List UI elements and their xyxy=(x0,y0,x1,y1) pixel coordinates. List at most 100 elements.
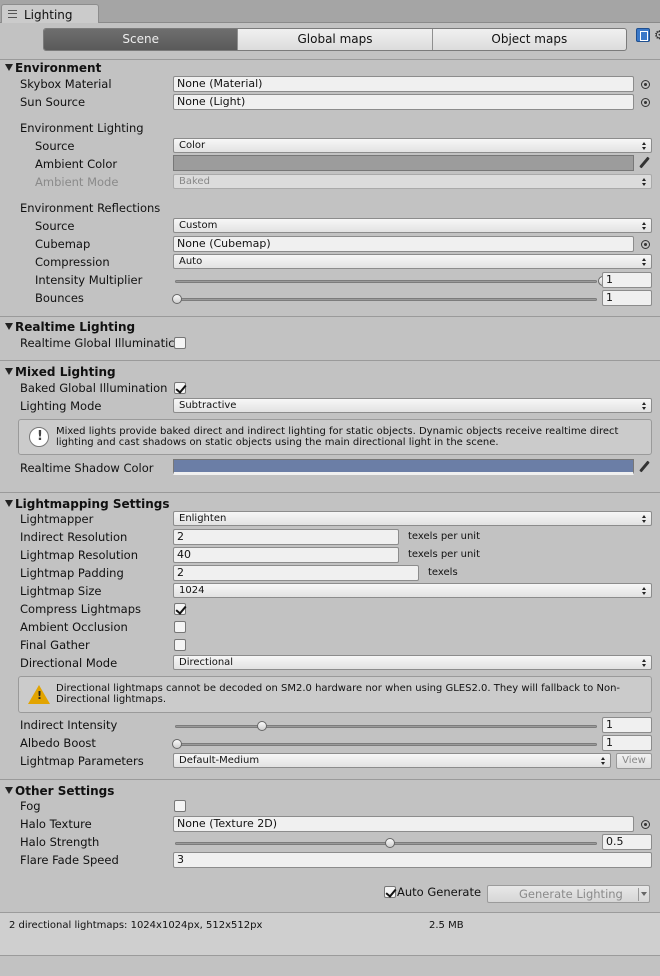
section-title: Other Settings xyxy=(15,784,115,798)
lighting-mode-label: Lighting Mode xyxy=(20,399,102,413)
ambient-occlusion-checkbox[interactable] xyxy=(174,621,186,633)
lightmap-parameters-value: Default-Medium xyxy=(179,755,260,766)
indirect-resolution-field[interactable]: 2 xyxy=(173,529,399,545)
dropdown-arrow-icon[interactable] xyxy=(641,892,647,896)
lighting-window-tab[interactable]: Lighting xyxy=(1,4,99,24)
flare-fade-speed-field[interactable]: 3 xyxy=(173,852,652,868)
skybox-material-field[interactable]: None (Material) xyxy=(173,76,634,92)
sun-source-label: Sun Source xyxy=(20,95,86,109)
bounces-slider-track[interactable] xyxy=(175,298,597,301)
intensity-slider-track[interactable] xyxy=(175,280,597,283)
dropdown-arrow-icon xyxy=(642,587,647,595)
info-message: Mixed lights provide baked direct and in… xyxy=(56,426,619,448)
bounces-label: Bounces xyxy=(35,291,84,305)
albedo-boost-slider-knob[interactable] xyxy=(172,739,182,749)
view-button[interactable]: View xyxy=(616,753,652,769)
lightmapper-value: Enlighten xyxy=(179,513,227,524)
albedo-boost-label: Albedo Boost xyxy=(20,736,96,750)
lightmap-parameters-dropdown[interactable]: Default-Medium xyxy=(173,753,611,768)
section-realtime-lighting[interactable]: Realtime Lighting xyxy=(0,318,660,336)
source-label: Source xyxy=(35,139,75,153)
directional-mode-value: Directional xyxy=(179,657,234,668)
info-icon xyxy=(29,427,49,447)
cubemap-field[interactable]: None (Cubemap) xyxy=(173,236,634,252)
tab-scene[interactable]: Scene xyxy=(44,29,239,50)
dropdown-arrow-icon xyxy=(601,757,606,765)
final-gather-checkbox[interactable] xyxy=(174,639,186,651)
flare-fade-speed-label: Flare Fade Speed xyxy=(20,853,119,867)
bounces-slider-knob[interactable] xyxy=(172,294,182,304)
environment-lighting-heading: Environment Lighting xyxy=(20,121,144,135)
lightmap-size-text: 2.5 MB xyxy=(429,920,464,931)
ambient-color-swatch[interactable] xyxy=(173,155,634,171)
section-environment[interactable]: Environment xyxy=(0,59,660,77)
compression-label: Compression xyxy=(35,255,110,269)
generate-lighting-label: Generate Lighting xyxy=(519,887,623,901)
reflection-source-label: Source xyxy=(35,219,75,233)
skybox-label: Skybox Material xyxy=(20,77,112,91)
dropdown-arrow-icon xyxy=(642,515,647,523)
help-book-icon[interactable] xyxy=(636,28,650,42)
shadow-color-swatch[interactable] xyxy=(173,459,634,475)
source-dropdown[interactable]: Color xyxy=(173,138,652,153)
directional-mode-dropdown[interactable]: Directional xyxy=(173,655,652,670)
eyedropper-icon[interactable] xyxy=(638,460,650,474)
reflection-source-dropdown[interactable]: Custom xyxy=(173,218,652,233)
compression-value: Auto xyxy=(179,256,203,267)
lightmap-size-dropdown[interactable]: 1024 xyxy=(173,583,652,598)
realtime-gi-label: Realtime Global Illuminatic xyxy=(20,336,175,350)
intensity-value-field[interactable]: 1 xyxy=(602,272,652,288)
tab-object-maps[interactable]: Object maps xyxy=(433,29,626,50)
window-tab-strip: Lighting xyxy=(0,0,660,24)
ambient-mode-dropdown[interactable]: Baked xyxy=(173,174,652,189)
divider xyxy=(0,779,660,780)
indirect-intensity-slider-track[interactable] xyxy=(175,725,597,728)
dropdown-arrow-icon xyxy=(642,402,647,410)
lighting-mode-dropdown[interactable]: Subtractive xyxy=(173,398,652,413)
section-mixed-lighting[interactable]: Mixed Lighting xyxy=(0,363,660,381)
object-picker-icon[interactable] xyxy=(641,80,650,89)
lightmap-count-text: 2 directional lightmaps: 1024x1024px, 51… xyxy=(9,920,263,931)
lightmapper-dropdown[interactable]: Enlighten xyxy=(173,511,652,526)
sun-source-field[interactable]: None (Light) xyxy=(173,94,634,110)
indirect-intensity-label: Indirect Intensity xyxy=(20,718,118,732)
bounces-value-field[interactable]: 1 xyxy=(602,290,652,306)
halo-strength-slider-knob[interactable] xyxy=(385,838,395,848)
auto-generate-label: Auto Generate xyxy=(397,885,482,899)
ambient-mode-label: Ambient Mode xyxy=(35,175,119,189)
object-picker-icon[interactable] xyxy=(641,820,650,829)
eyedropper-icon[interactable] xyxy=(638,156,650,170)
object-picker-icon[interactable] xyxy=(641,240,650,249)
halo-strength-value-field[interactable]: 0.5 xyxy=(602,834,652,850)
halo-texture-field[interactable]: None (Texture 2D) xyxy=(173,816,634,832)
divider xyxy=(0,316,660,317)
dropdown-arrow-icon xyxy=(642,142,647,150)
lightmap-size-label: Lightmap Size xyxy=(20,584,102,598)
compression-dropdown[interactable]: Auto xyxy=(173,254,652,269)
albedo-boost-value-field[interactable]: 1 xyxy=(602,735,652,751)
fog-checkbox[interactable] xyxy=(174,800,186,812)
section-other-settings[interactable]: Other Settings xyxy=(0,782,660,800)
foldout-arrow-icon xyxy=(5,323,13,330)
lightmap-resolution-field[interactable]: 40 xyxy=(173,547,399,563)
ambient-occlusion-label: Ambient Occlusion xyxy=(20,620,128,634)
auto-generate-checkbox[interactable] xyxy=(384,886,396,898)
indirect-resolution-label: Indirect Resolution xyxy=(20,530,128,544)
albedo-boost-slider-track[interactable] xyxy=(175,743,597,746)
halo-texture-label: Halo Texture xyxy=(20,817,92,831)
baked-gi-checkbox[interactable] xyxy=(174,382,186,394)
compress-lightmaps-label: Compress Lightmaps xyxy=(20,602,141,616)
realtime-gi-checkbox[interactable] xyxy=(174,337,186,349)
gear-icon[interactable]: ⚙ xyxy=(654,28,660,42)
object-picker-icon[interactable] xyxy=(641,98,650,107)
tab-global-maps[interactable]: Global maps xyxy=(238,29,433,50)
lightmapper-label: Lightmapper xyxy=(20,512,94,526)
lightmap-status-bar: 2 directional lightmaps: 1024x1024px, 51… xyxy=(0,912,660,956)
divider xyxy=(0,360,660,361)
lightmap-padding-field[interactable]: 2 xyxy=(173,565,419,581)
compress-lightmaps-checkbox[interactable] xyxy=(174,603,186,615)
section-title: Mixed Lighting xyxy=(15,365,116,379)
section-title: Lightmapping Settings xyxy=(15,497,170,511)
indirect-intensity-value-field[interactable]: 1 xyxy=(602,717,652,733)
generate-lighting-button[interactable]: Generate Lighting xyxy=(487,885,650,903)
